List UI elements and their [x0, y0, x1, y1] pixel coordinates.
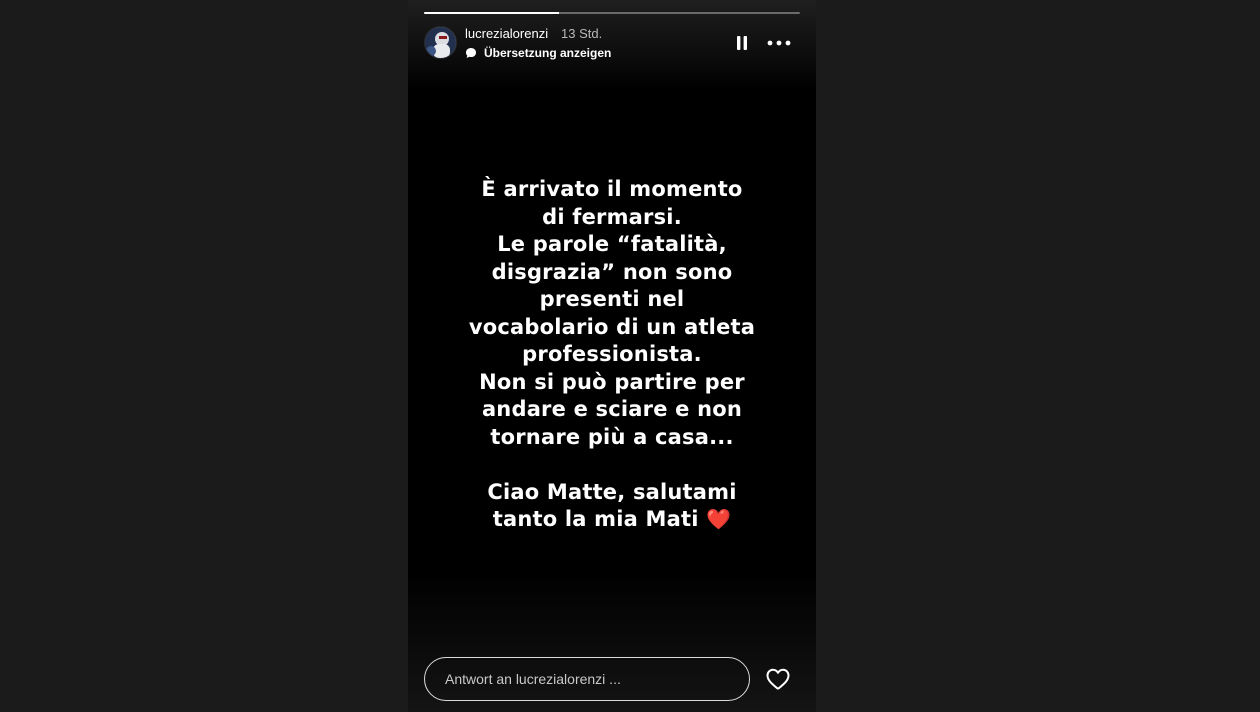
- story-text-line: andare e sciare e non: [481, 397, 743, 421]
- speech-bubble-icon: [466, 48, 476, 58]
- translate-button[interactable]: Übersetzung anzeigen: [465, 45, 611, 61]
- avatar[interactable]: [424, 26, 457, 59]
- story-text-line: Non si può partire per: [479, 369, 745, 394]
- story-text-line: tanto la mia Mati ❤️: [432, 506, 792, 534]
- heart-icon: [766, 668, 790, 690]
- story-text-line: Ciao Matte, salutami: [487, 479, 737, 504]
- story-text-line: professionista.: [522, 342, 702, 366]
- more-options-icon: [767, 40, 791, 46]
- story-text-line: presenti nel: [539, 287, 685, 311]
- red-heart-emoji: ❤️: [706, 507, 732, 531]
- like-button[interactable]: [765, 667, 791, 691]
- story-progress-bar: [424, 12, 800, 14]
- story-viewer: lucrezialorenzi 13 Std. Übersetzung anze…: [408, 0, 816, 712]
- pause-icon: [737, 36, 747, 50]
- story-text-line: È arrivato il momento: [481, 177, 743, 201]
- reply-input[interactable]: [424, 657, 750, 701]
- translate-label: Übersetzung anzeigen: [484, 46, 612, 60]
- story-text-line: vocabolario di un atleta: [468, 314, 756, 339]
- more-options-button[interactable]: [766, 32, 792, 54]
- story-text-line: di fermarsi.: [542, 204, 682, 229]
- story-progress-fill: [424, 12, 560, 14]
- story-text-fragment: tanto la mia Mati: [492, 507, 699, 531]
- story-text-line: tornare più a casa...: [490, 424, 734, 449]
- story-text-line: Le parole “fatalità,: [497, 232, 727, 256]
- story-text-block: È arrivato il momento di fermarsi. Le pa…: [432, 176, 792, 534]
- username-link[interactable]: lucrezialorenzi: [465, 26, 548, 42]
- pause-button[interactable]: [732, 32, 752, 54]
- post-time: 13 Std.: [561, 26, 603, 41]
- story-text-spacer: [432, 451, 792, 479]
- story-text-line: disgrazia” non sono: [491, 259, 733, 284]
